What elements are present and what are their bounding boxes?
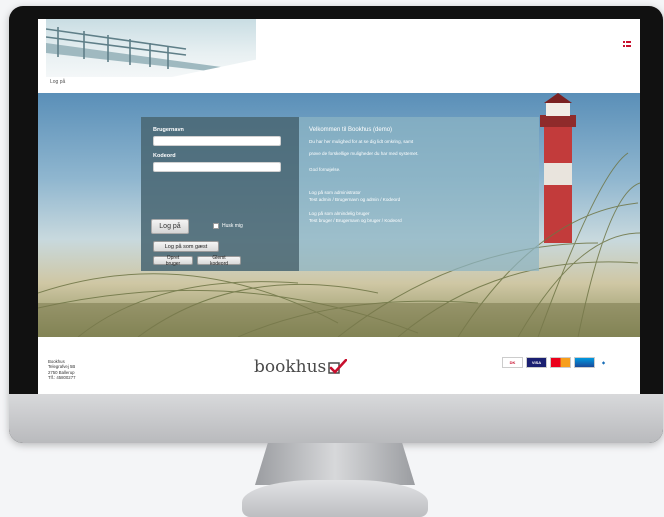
welcome-line-3: God fornøjelse. xyxy=(309,167,341,172)
header-pier-image xyxy=(46,19,256,77)
welcome-line-1: Du har her mulighed for at se dig lidt o… xyxy=(309,139,414,144)
hero-section: Brugernavn Kodeord Log på Husk mig Log p… xyxy=(38,93,640,337)
remember-checkbox[interactable] xyxy=(213,223,219,229)
remember-label: Husk mig xyxy=(222,223,243,229)
guest-login-button[interactable]: Log på som gæst xyxy=(153,241,219,252)
danish-flag-icon[interactable] xyxy=(623,41,631,47)
breadcrumb: Log på xyxy=(50,79,66,85)
monitor-frame: Log på Brugernavn Kodeord Log på Husk mi… xyxy=(9,6,663,443)
monitor-base xyxy=(242,480,428,517)
login-button[interactable]: Log på xyxy=(151,219,189,234)
admin-login-detail: Test admin / Brugernavn og admin / Kodeo… xyxy=(309,197,401,202)
dankort-icon: DK xyxy=(502,357,523,368)
address-line: Telegrafvej 5B xyxy=(48,364,76,370)
forgot-password-button[interactable]: Glemt kodeord xyxy=(197,255,241,267)
login-panel: Brugernavn Kodeord Log på Husk mig Log p… xyxy=(141,117,299,271)
create-user-button[interactable]: Opret bruger xyxy=(153,255,193,267)
password-label: Kodeord xyxy=(153,153,176,159)
address-line: Tlf.: 45800277 xyxy=(48,374,76,380)
site-header xyxy=(38,19,640,81)
screen: Log på Brugernavn Kodeord Log på Husk mi… xyxy=(38,19,640,394)
monitor-stand xyxy=(255,443,415,485)
remember-me[interactable]: Husk mig xyxy=(213,223,243,229)
payment-cards: DK VISA ◆ xyxy=(502,357,609,368)
maestro-icon xyxy=(574,357,595,368)
welcome-panel: Velkommen til Bookhus (demo) Du har her … xyxy=(299,117,539,271)
visa-icon: VISA xyxy=(526,357,547,368)
monitor-chin xyxy=(9,394,663,443)
mastercard-icon xyxy=(550,357,571,368)
welcome-title: Velkommen til Bookhus (demo) xyxy=(309,127,393,133)
jcb-icon: ◆ xyxy=(598,357,609,368)
user-login-heading: Log på som almindelig bruger xyxy=(309,211,370,216)
admin-login-heading: Log på som administrator xyxy=(309,190,361,195)
password-input[interactable] xyxy=(153,162,281,172)
logo-text: bookhus xyxy=(254,357,327,377)
user-login-detail: Test bruger / Brugernavn og bruger / Kod… xyxy=(309,218,402,223)
welcome-line-2: prøve de forskellige muligheder du har m… xyxy=(309,151,419,156)
username-label: Brugernavn xyxy=(153,127,184,133)
company-address: Bookhus Telegrafvej 5B 2750 Ballerup Tlf… xyxy=(48,359,75,380)
site-footer: Bookhus Telegrafvej 5B 2750 Ballerup Tlf… xyxy=(38,337,640,394)
bookhus-logo: bookhus xyxy=(254,357,348,377)
checkmark-icon xyxy=(328,359,348,374)
username-input[interactable] xyxy=(153,136,281,146)
